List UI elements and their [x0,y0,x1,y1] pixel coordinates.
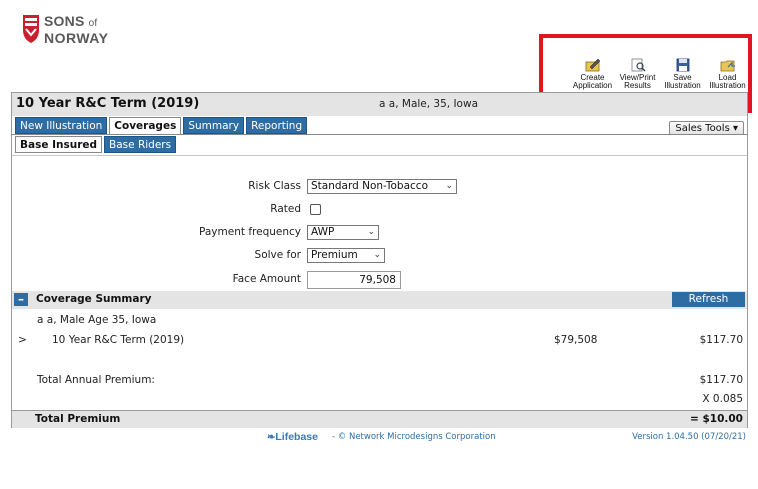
subtab-base-riders[interactable]: Base Riders [104,136,177,153]
load-folder-icon [720,60,735,72]
risk-class-row: Risk Class Standard Non-Tobacco ⌄ [12,179,747,195]
logo-line1: SONS [44,13,85,29]
face-amount-label: Face Amount [232,273,301,285]
main-tabs: New Illustration Coverages Summary Repor… [15,117,308,135]
subtabs-divider [12,155,747,156]
tab-summary[interactable]: Summary [183,117,245,134]
solve-for-row: Solve for Premium ⌄ [12,248,747,264]
save-disk-icon [676,58,689,72]
copyright-text: - © Network Microdesigns Corporation [332,432,496,442]
create-application-label: Create Application [572,73,613,90]
coverage-summary-title: Coverage Summary [36,293,152,305]
load-illustration-button[interactable]: Load Illustration [705,58,750,90]
rated-row: Rated [12,202,747,218]
sub-tabs: Base Insured Base Riders [15,136,177,153]
payment-frequency-label: Payment frequency [199,226,301,238]
face-amount-input[interactable]: 79,508 [307,271,401,289]
client-summary: a a, Male, 35, Iowa [379,98,479,110]
insured-summary-line: a a, Male Age 35, Iowa [37,314,157,326]
tab-new-illustration[interactable]: New Illustration [15,117,108,134]
illustration-toolbar: Create Application View/Print Results Sa… [570,58,750,90]
total-annual-premium-value: $117.70 [699,374,743,386]
title-bar: 10 Year R&C Term (2019) a a, Male, 35, I… [12,93,747,116]
rated-checkbox[interactable] [310,204,321,215]
view-print-results-button[interactable]: View/Print Results [615,58,660,90]
subtab-base-insured[interactable]: Base Insured [15,136,103,153]
create-application-button[interactable]: Create Application [570,58,615,90]
load-illustration-label: Load Illustration [709,73,746,90]
illustration-panel: 10 Year R&C Term (2019) a a, Male, 35, I… [11,92,748,428]
risk-class-label: Risk Class [248,180,301,192]
logo-line1-of: of [88,18,98,29]
coverage-summary-header: – Coverage Summary Refresh [12,291,747,309]
expand-coverage-toggle[interactable]: > [18,334,27,346]
save-illustration-button[interactable]: Save Illustration [660,58,705,90]
payment-frequency-select[interactable]: AWP ⌄ [307,225,379,240]
lifebase-text: Lifebase [275,431,318,443]
chevron-down-icon: ⌄ [445,181,453,191]
tab-coverages[interactable]: Coverages [109,117,182,135]
chevron-down-icon: ⌄ [367,227,375,237]
sons-of-norway-logo: SONS of NORWAY [22,14,108,45]
solve-for-value: Premium [311,249,358,261]
refresh-button[interactable]: Refresh [672,292,745,307]
tabs-divider [12,134,747,135]
coverage-name: 10 Year R&C Term (2019) [52,334,185,346]
solve-for-label: Solve for [254,249,301,261]
save-illustration-label: Save Illustration [664,73,701,90]
product-title: 10 Year R&C Term (2019) [16,96,200,111]
lifebase-logo: ❧Lifebase [267,431,318,443]
risk-class-select[interactable]: Standard Non-Tobacco ⌄ [307,179,457,194]
version-text: Version 1.04.50 (07/20/21) [632,432,746,442]
risk-class-value: Standard Non-Tobacco [311,180,428,192]
logo-line2: NORWAY [44,30,109,46]
coverage-face-amount: $79,508 [554,334,598,346]
solve-for-select[interactable]: Premium ⌄ [307,248,385,263]
rated-label: Rated [270,203,301,215]
create-application-icon [585,58,600,72]
total-annual-premium-label: Total Annual Premium: [37,374,155,386]
face-amount-row: Face Amount 79,508 [12,271,747,289]
view-print-results-label: View/Print Results [619,73,656,90]
coverage-premium: $117.70 [699,334,743,346]
total-premium-value: = $10.00 [690,413,743,425]
total-premium-label: Total Premium [35,413,121,425]
footer: ❧Lifebase - © Network Microdesigns Corpo… [0,431,758,445]
tab-reporting[interactable]: Reporting [246,117,308,134]
total-premium-bar: Total Premium = $10.00 [12,410,747,428]
sales-tools-dropdown[interactable]: Sales Tools ▾ [669,121,744,135]
modal-factor: X 0.085 [702,393,743,405]
collapse-icon[interactable]: – [14,293,28,306]
payment-frequency-row: Payment frequency AWP ⌄ [12,225,747,241]
payment-frequency-value: AWP [311,226,335,238]
chevron-down-icon: ⌄ [373,250,381,260]
shield-icon [22,14,40,44]
view-print-results-icon [631,58,646,72]
